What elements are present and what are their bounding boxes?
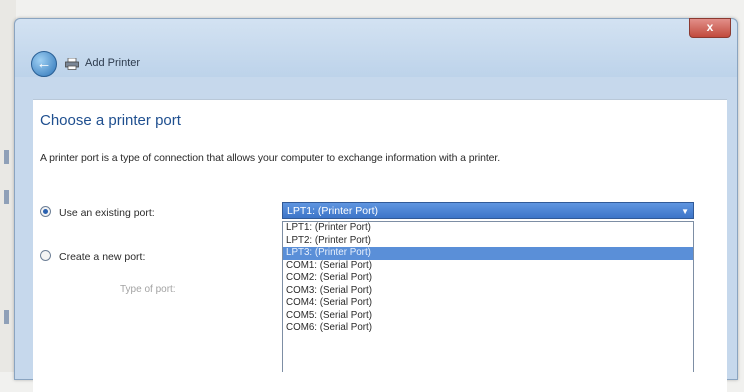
port-option[interactable]: COM2: (Serial Port) xyxy=(283,272,693,285)
printer-icon xyxy=(65,58,79,70)
existing-port-label: Use an existing port: xyxy=(59,207,155,219)
port-option[interactable]: COM5: (Serial Port) xyxy=(283,310,693,323)
existing-port-radio[interactable] xyxy=(40,206,51,217)
new-port-option[interactable]: Create a new port: xyxy=(40,250,145,263)
port-option[interactable]: COM4: (Serial Port) xyxy=(283,297,693,310)
port-option[interactable]: LPT1: (Printer Port) xyxy=(283,222,693,235)
port-option[interactable]: COM1: (Serial Port) xyxy=(283,260,693,273)
existing-port-dropdown[interactable]: LPT1: (Printer Port) ▼ xyxy=(282,202,694,219)
port-option-highlighted[interactable]: LPT3: (Printer Port) xyxy=(283,247,693,260)
port-option[interactable]: COM3: (Serial Port) xyxy=(283,285,693,298)
port-option[interactable]: COM6: (Serial Port) xyxy=(283,322,693,335)
port-type-label: Type of port: xyxy=(120,284,176,295)
binding-marks xyxy=(2,0,12,372)
port-dropdown-list[interactable]: LPT1: (Printer Port) LPT2: (Printer Port… xyxy=(282,221,694,372)
new-port-radio[interactable] xyxy=(40,250,51,261)
page-description: A printer port is a type of connection t… xyxy=(40,152,501,164)
page-heading: Choose a printer port xyxy=(40,112,181,129)
selected-port-value: LPT1: (Printer Port) xyxy=(287,205,379,217)
window-title: Add Printer xyxy=(85,57,141,69)
new-port-label: Create a new port: xyxy=(59,251,146,263)
existing-port-option[interactable]: Use an existing port: xyxy=(40,206,155,219)
back-arrow-icon[interactable]: ← xyxy=(31,51,57,77)
port-option[interactable]: LPT2: (Printer Port) xyxy=(283,235,693,248)
close-button[interactable]: x xyxy=(689,18,731,38)
chevron-down-icon[interactable]: ▼ xyxy=(681,203,689,220)
